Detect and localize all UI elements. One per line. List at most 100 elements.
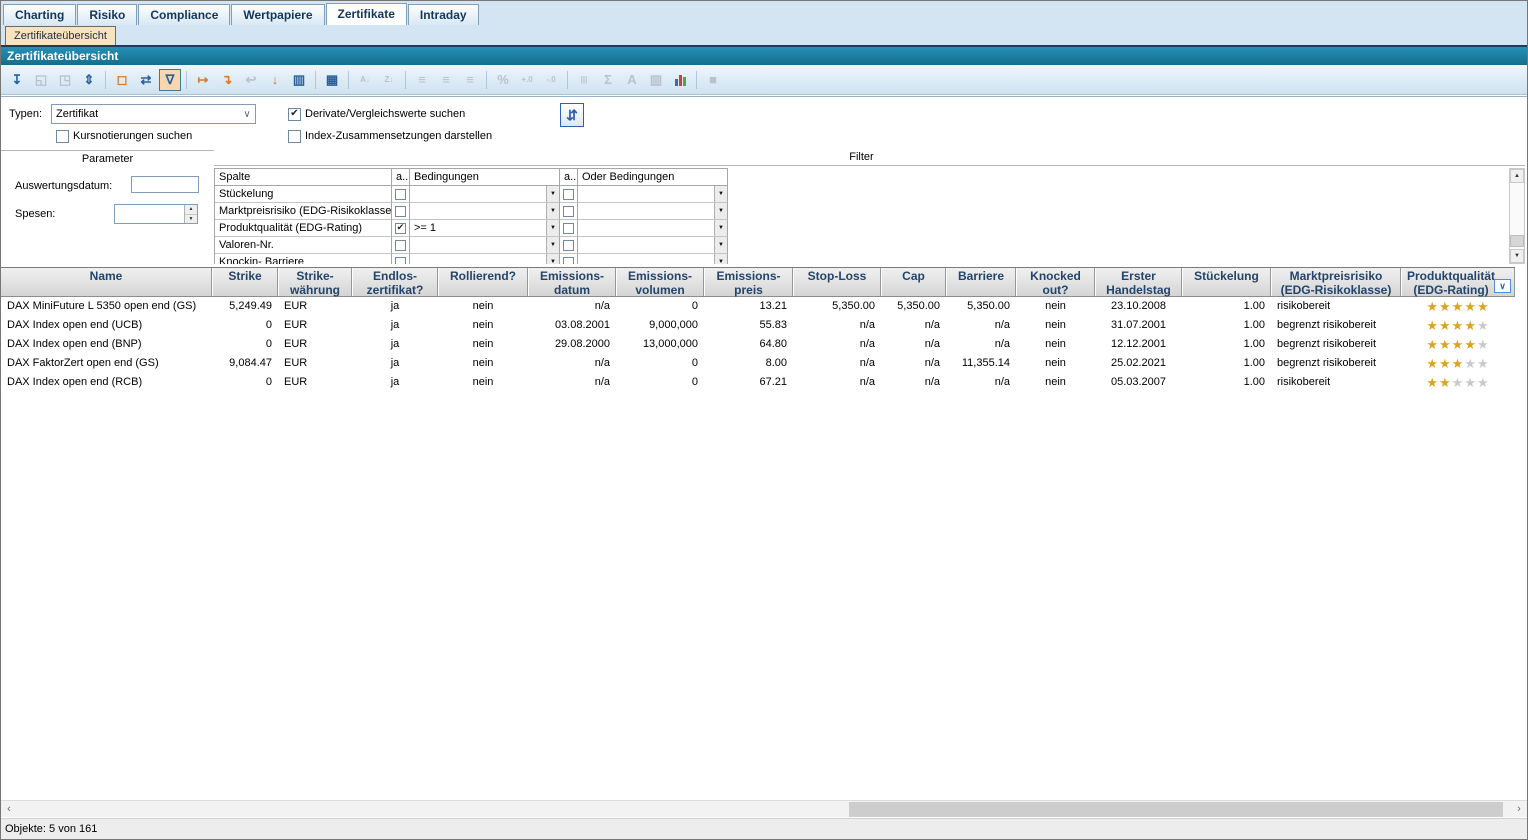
filter-aktiv-cell[interactable]: [392, 220, 410, 237]
checkbox-icon[interactable]: [563, 257, 574, 265]
col-header-strike[interactable]: Strike- währung: [278, 268, 352, 296]
filter-col-header-3[interactable]: a..: [560, 169, 578, 186]
col-header-emissions[interactable]: Emissions- preis: [704, 268, 793, 296]
filter-oder-aktiv-cell[interactable]: [560, 254, 578, 264]
checkbox-icon[interactable]: [395, 206, 406, 217]
dropdown-arrow-icon[interactable]: ▼: [714, 186, 727, 202]
dropdown-arrow-icon[interactable]: ▼: [546, 186, 559, 202]
filter-oder-aktiv-cell[interactable]: [560, 237, 578, 254]
checkbox-icon[interactable]: [395, 189, 406, 200]
index-zusammensetzungen-checkbox[interactable]: Index-Zusammensetzungen darstellen: [288, 129, 492, 143]
column-chooser-icon[interactable]: ▦: [321, 69, 343, 91]
filter-spalte-cell[interactable]: Produktqualität (EDG-Rating): [215, 220, 392, 237]
checkbox-icon[interactable]: [395, 223, 406, 234]
col-header-st-ckelung[interactable]: Stückelung: [1182, 268, 1271, 296]
spinner-up-icon[interactable]: ▲: [185, 205, 197, 215]
refresh-search-button[interactable]: ⇵: [560, 103, 584, 127]
dropdown-arrow-icon[interactable]: ▼: [546, 220, 559, 236]
scroll-right-icon[interactable]: ›: [1511, 801, 1527, 817]
checkbox-icon[interactable]: [563, 206, 574, 217]
col-header-stop-loss[interactable]: Stop-Loss: [793, 268, 881, 296]
col-header-barriere[interactable]: Barriere: [946, 268, 1016, 296]
col-header-emissions[interactable]: Emissions- datum: [528, 268, 616, 296]
filter-col-header-1[interactable]: a..: [392, 169, 410, 186]
table-row[interactable]: DAX FaktorZert open end (GS)9,084.47EURj…: [1, 354, 1515, 373]
typen-select[interactable]: Zertifikat ∨: [51, 104, 256, 124]
tab-charting[interactable]: Charting: [3, 4, 76, 25]
tab-compliance[interactable]: Compliance: [138, 4, 230, 25]
scrollbar-thumb[interactable]: [849, 802, 1503, 817]
filter-spalte-cell[interactable]: Valoren-Nr.: [215, 237, 392, 254]
col-header-name[interactable]: Name: [1, 268, 212, 296]
checkbox-icon[interactable]: [395, 257, 406, 265]
table-row[interactable]: DAX MiniFuture L 5350 open end (GS)5,249…: [1, 297, 1515, 316]
checkbox-icon[interactable]: [288, 130, 301, 143]
swap-axes-icon[interactable]: ⇄: [135, 69, 157, 91]
checkbox-icon[interactable]: [56, 130, 69, 143]
checkbox-icon[interactable]: [288, 108, 301, 121]
filter-col-header-2[interactable]: Bedingungen: [410, 169, 560, 186]
tab-risiko[interactable]: Risiko: [77, 4, 137, 25]
freeze-header-icon[interactable]: ◻: [111, 69, 133, 91]
filter-oder-aktiv-cell[interactable]: [560, 203, 578, 220]
produktqualitaet-filter-dropdown[interactable]: ∨: [1494, 279, 1511, 293]
dropdown-arrow-icon[interactable]: ▼: [714, 237, 727, 253]
scroll-down-icon[interactable]: ▼: [1510, 249, 1524, 263]
tab-zertifikate[interactable]: Zertifikate: [326, 3, 407, 25]
filter-oder-bedingung-cell[interactable]: ▼: [578, 186, 728, 203]
checkbox-icon[interactable]: [395, 240, 406, 251]
checkbox-icon[interactable]: [563, 189, 574, 200]
table-row[interactable]: DAX Index open end (RCB)0EURjaneinn/a067…: [1, 373, 1515, 392]
derivate-vergleichswerte-checkbox[interactable]: Derivate/Vergleichswerte suchen: [288, 107, 465, 121]
filter-oder-bedingung-cell[interactable]: ▼: [578, 203, 728, 220]
filter-bedingung-cell[interactable]: >= 1▼: [410, 220, 560, 237]
scroll-up-icon[interactable]: ▲: [1510, 169, 1524, 183]
filter-bedingung-cell[interactable]: ▼: [410, 186, 560, 203]
insert-row-icon[interactable]: ↴: [216, 69, 238, 91]
filter-vertical-scrollbar[interactable]: ▲ ▼: [1509, 168, 1525, 264]
filter-spalte-cell[interactable]: Stückelung: [215, 186, 392, 203]
subtab-zertifikateuebersicht[interactable]: Zertifikateübersicht: [5, 26, 116, 45]
spesen-input[interactable]: [115, 205, 184, 223]
spesen-spinner[interactable]: ▲ ▼: [114, 204, 198, 224]
col-header-endlos[interactable]: Endlos- zertifikat?: [352, 268, 438, 296]
scroll-left-icon[interactable]: ‹: [1, 801, 17, 817]
dropdown-arrow-icon[interactable]: ▼: [714, 220, 727, 236]
chart-color-icon[interactable]: [669, 69, 691, 91]
filter-col-header-4[interactable]: Oder Bedingungen: [578, 169, 728, 186]
filter-oder-bedingung-cell[interactable]: ▼: [578, 254, 728, 264]
tab-wertpapiere[interactable]: Wertpapiere: [231, 4, 324, 25]
insert-column-icon[interactable]: ↦: [192, 69, 214, 91]
filter-col-header-0[interactable]: Spalte: [215, 169, 392, 186]
filter-icon[interactable]: ∇: [159, 69, 181, 91]
tab-intraday[interactable]: Intraday: [408, 4, 479, 25]
filter-aktiv-cell[interactable]: [392, 237, 410, 254]
col-header-produktqualit-t[interactable]: Produktqualität (EDG-Rating)∨: [1401, 268, 1515, 296]
table-row[interactable]: DAX Index open end (BNP)0EURjanein29.08.…: [1, 335, 1515, 354]
fit-height-icon[interactable]: ⇕: [78, 69, 100, 91]
export-table-icon[interactable]: ↧: [6, 69, 28, 91]
scrollbar-thumb[interactable]: [1510, 235, 1524, 247]
filter-bedingung-cell[interactable]: ▼: [410, 203, 560, 220]
col-header-knocked[interactable]: Knocked out?: [1016, 268, 1095, 296]
filter-oder-bedingung-cell[interactable]: ▼: [578, 237, 728, 254]
filter-aktiv-cell[interactable]: [392, 203, 410, 220]
goto-row-icon[interactable]: ↓: [264, 69, 286, 91]
filter-bedingung-cell[interactable]: ▼: [410, 237, 560, 254]
col-header-rollierend[interactable]: Rollierend?: [438, 268, 528, 296]
col-header-strike[interactable]: Strike: [212, 268, 278, 296]
filter-oder-aktiv-cell[interactable]: [560, 186, 578, 203]
col-header-erster[interactable]: Erster Handelstag: [1095, 268, 1182, 296]
filter-bedingung-cell[interactable]: ▼: [410, 254, 560, 264]
auswertungsdatum-input[interactable]: [131, 176, 199, 193]
filter-aktiv-cell[interactable]: [392, 254, 410, 264]
kursnotierungen-checkbox[interactable]: Kursnotierungen suchen: [56, 129, 192, 143]
checkbox-icon[interactable]: [563, 223, 574, 234]
chevron-down-icon[interactable]: ∨: [239, 109, 255, 120]
dropdown-arrow-icon[interactable]: ▼: [546, 237, 559, 253]
dropdown-arrow-icon[interactable]: ▼: [714, 254, 727, 264]
filter-spalte-cell[interactable]: Knockin- Barriere: [215, 254, 392, 264]
dropdown-arrow-icon[interactable]: ▼: [546, 203, 559, 219]
filter-oder-bedingung-cell[interactable]: ▼: [578, 220, 728, 237]
spinner-down-icon[interactable]: ▼: [185, 215, 197, 224]
